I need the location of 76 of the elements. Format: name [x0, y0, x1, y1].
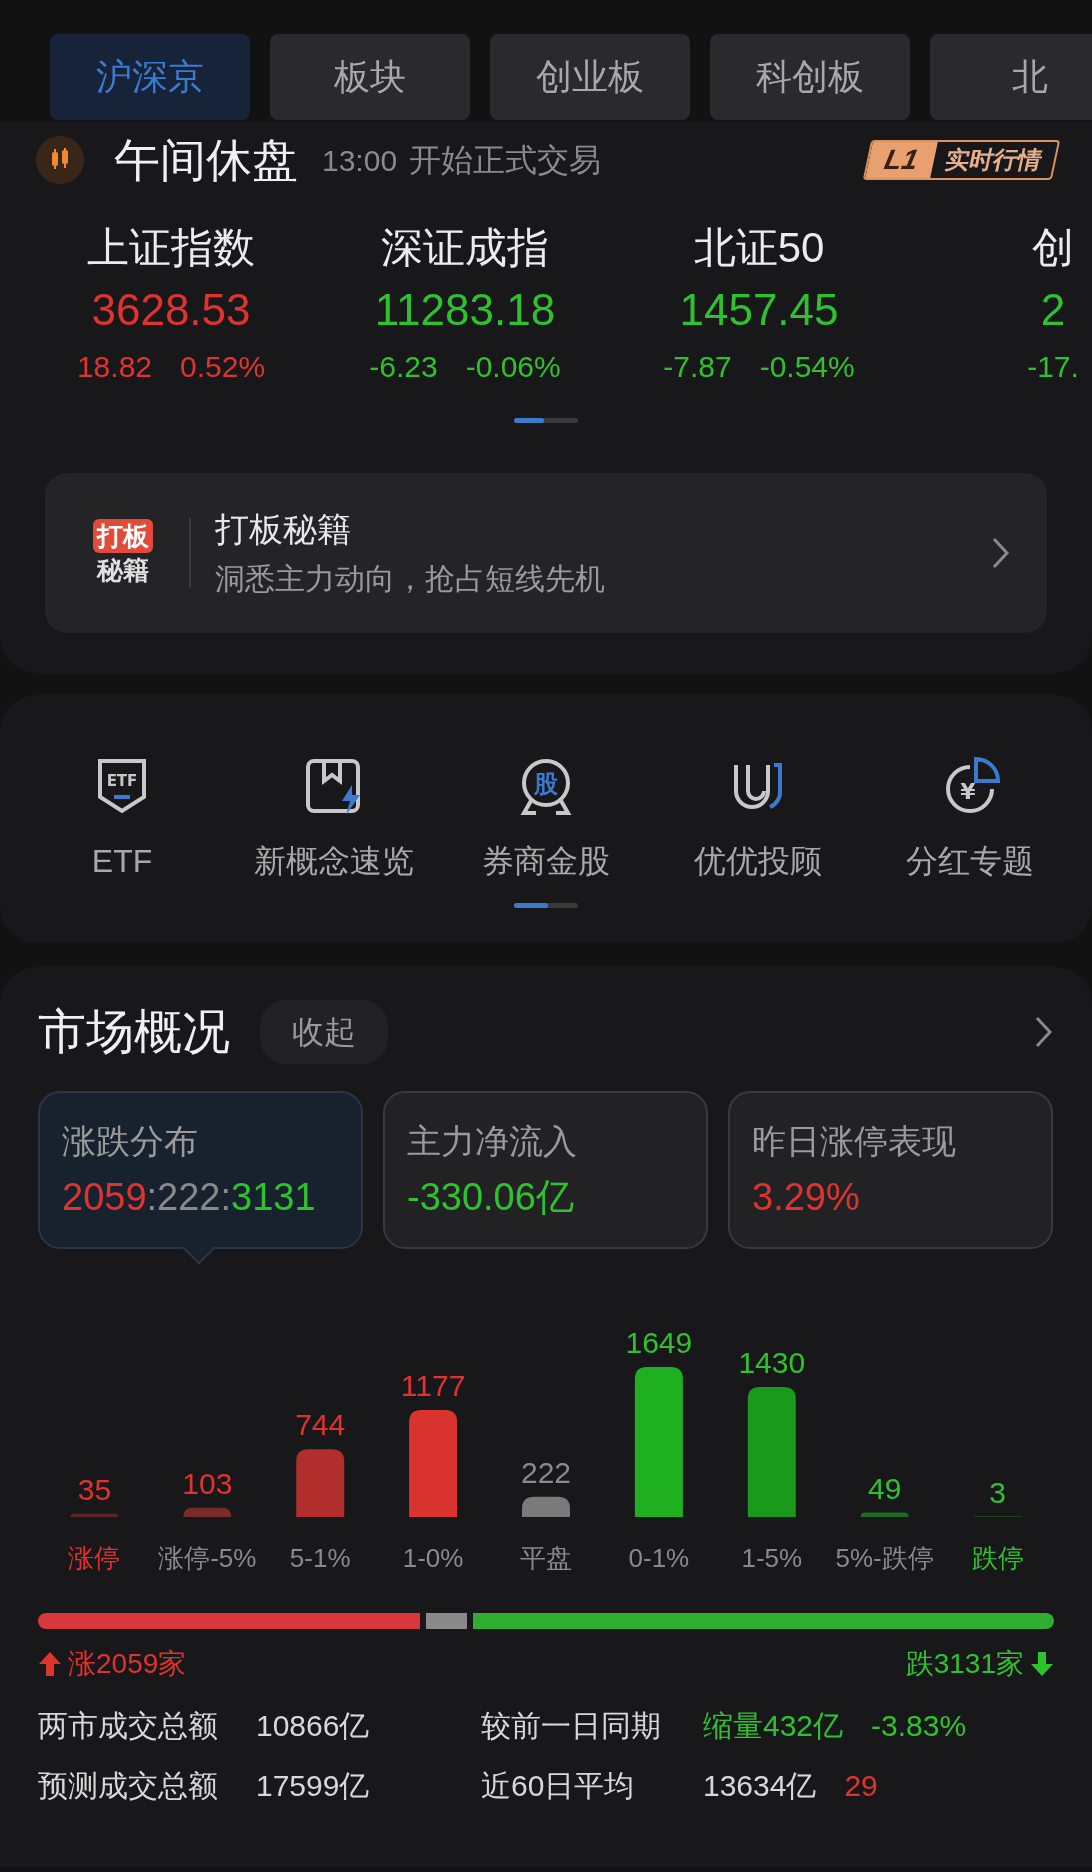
category-label: 涨停-5% [157, 1542, 258, 1575]
bar-value: 3 [989, 1475, 1006, 1509]
promo-logo: 打板 秘籍 [81, 519, 165, 587]
shortcut-button[interactable]: 优优投顾 [652, 755, 864, 883]
arrow-down-icon [1030, 1651, 1054, 1677]
shortcut-button[interactable]: ETF ETF [16, 755, 228, 883]
collapse-button[interactable]: 收起 [260, 1000, 388, 1064]
stat-value: 13634亿 [703, 1767, 817, 1804]
tab[interactable]: 北 [930, 34, 1092, 120]
category-label: 1-5% [740, 1542, 804, 1575]
session-note: 开始正式交易 [409, 141, 602, 180]
index-value: 11283.18 [374, 284, 556, 336]
stat-value: -3.83% [871, 1707, 967, 1744]
category-label: 涨停 [67, 1542, 122, 1575]
page-indicator [514, 418, 578, 423]
index-change: -6.23 [369, 349, 438, 385]
bar-value: 35 [77, 1472, 112, 1506]
bar-value: 1649 [625, 1326, 693, 1359]
realtime-badge: L1 实时行情 [863, 140, 1061, 180]
shortcut-button[interactable]: ¥ 分红专题 [864, 755, 1076, 883]
shortcut-button[interactable]: 股 券商金股 [440, 755, 652, 883]
index-value: 3628.53 [91, 284, 251, 336]
up-count: 涨2059家 [68, 1647, 187, 1681]
bar-value: 1430 [738, 1345, 806, 1379]
tab[interactable]: 沪深京 [50, 34, 250, 120]
stat-card[interactable]: 主力净流入 -330.06亿 [383, 1091, 708, 1249]
stat-value: 10866亿 [256, 1707, 371, 1744]
tab[interactable]: 创业板 [490, 34, 690, 120]
stat-value: 29 [844, 1767, 878, 1804]
shortcut-button[interactable]: 新概念速览 [228, 755, 440, 883]
category-label: 0-1% [627, 1542, 691, 1575]
promo-card[interactable]: 打板 秘籍 打板秘籍 洞悉主力动向，抢占短线先机 [45, 473, 1047, 633]
page-indicator [514, 903, 578, 908]
index-name: 北证50 [693, 223, 825, 273]
stat-label: 较前一日同期 [481, 1707, 662, 1744]
promo-title: 打板秘籍 [215, 509, 352, 550]
session-time: 13:00 [322, 142, 398, 179]
category-label: 5%-跌停 [834, 1542, 935, 1575]
tab[interactable]: 板块 [270, 34, 470, 120]
index-value: 1457.45 [679, 284, 839, 336]
index-name: 创 [1032, 223, 1074, 273]
ratio-segment [425, 1613, 468, 1629]
category-label: 跌停 [970, 1542, 1025, 1575]
stat-card[interactable]: 昨日涨停表现 3.29% [728, 1091, 1053, 1249]
chevron-icon[interactable] [1034, 1015, 1054, 1049]
promo-subtitle: 洞悉主力动向，抢占短线先机 [215, 561, 605, 597]
bar-value: 222 [520, 1455, 572, 1489]
tab[interactable]: 科创板 [710, 34, 910, 120]
index-change: -17. [1027, 349, 1079, 385]
chevron-icon [991, 536, 1011, 570]
category-label: 1-0% [401, 1542, 465, 1575]
candlestick-icon [36, 136, 84, 184]
stat-value: 17599亿 [256, 1767, 371, 1804]
stat-label: 预测成交总额 [38, 1767, 219, 1804]
down-count: 跌3131家 [905, 1647, 1024, 1681]
session-title: 午间休盘 [114, 132, 298, 188]
index-name: 深证成指 [381, 223, 549, 273]
index-change: 18.82 [76, 349, 152, 385]
index-value: 2 [1040, 284, 1066, 336]
index-percent: -0.54% [759, 349, 855, 385]
index-percent: -0.06% [465, 349, 561, 385]
section-title: 市场概况 [38, 1004, 230, 1060]
stat-card[interactable]: 涨跌分布 2059:222:3131 [38, 1091, 363, 1249]
bar-value: 1177 [400, 1368, 466, 1402]
stat-label: 近60日平均 [481, 1767, 636, 1804]
bar-value: 49 [868, 1471, 902, 1505]
category-label: 平盘 [519, 1542, 573, 1575]
index-name: 上证指数 [87, 223, 255, 273]
stat-value: 缩量432亿 [703, 1707, 844, 1744]
index-percent: 0.52% [180, 349, 266, 385]
category-label: 5-1% [288, 1542, 352, 1575]
index-change: -7.87 [663, 349, 732, 385]
stat-label: 两市成交总额 [38, 1707, 219, 1744]
bar-value: 103 [182, 1466, 233, 1500]
arrow-up-icon [38, 1651, 62, 1677]
bar-value: 744 [295, 1408, 346, 1442]
